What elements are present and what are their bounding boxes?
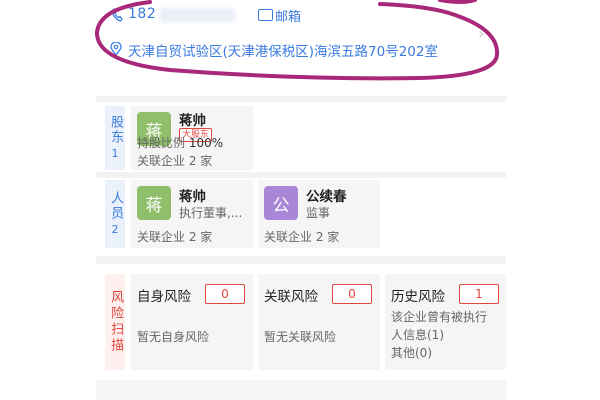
section-divider xyxy=(96,256,506,264)
next-section-strip xyxy=(96,380,506,400)
risk-count-badge: 0 xyxy=(332,284,372,304)
person-role: 执行董事,... xyxy=(179,206,243,220)
chevron-right-icon[interactable]: › xyxy=(478,24,484,43)
phone-number[interactable]: 182 xyxy=(128,6,156,22)
risk-count-badge: 0 xyxy=(205,284,245,304)
shareholder-card[interactable]: 蒋 蒋帅 大股东 持股比例 100% 关联企业 2 家 xyxy=(131,106,253,170)
related-companies[interactable]: 关联企业 2 家 xyxy=(137,228,212,245)
phone-number-redacted xyxy=(160,8,235,22)
risk-description-line: 该企业曾有被执行 xyxy=(391,310,488,324)
shareholder-name[interactable]: 蒋帅 xyxy=(179,109,206,129)
personnel-card[interactable]: 公 公续春 监事 关联企业 2 家 xyxy=(258,180,380,248)
section-divider xyxy=(96,96,506,102)
share-ratio-value: 100% xyxy=(188,136,224,150)
risk-scan-label-text: 风险扫描 xyxy=(108,290,124,354)
avatar-char: 蒋 xyxy=(145,195,163,216)
risk-count-badge: 1 xyxy=(459,284,499,304)
personnel-card[interactable]: 蒋 蒋帅 执行董事,... 关联企业 2 家 xyxy=(131,180,253,248)
risk-title: 历史风险 xyxy=(391,289,445,305)
related-companies[interactable]: 关联企业 2 家 xyxy=(137,152,212,169)
risk-card-related[interactable]: 关联风险 0 暂无关联风险 xyxy=(258,274,380,370)
risk-scan-side-label[interactable]: 风险扫描 xyxy=(105,274,125,370)
risk-title: 关联风险 xyxy=(264,289,318,305)
risk-description: 暂无关联风险 xyxy=(264,330,337,344)
risk-description-line: 其他(0) xyxy=(391,346,432,360)
shareholders-count: 1 xyxy=(111,147,119,161)
email-link[interactable]: 邮箱 xyxy=(275,6,301,25)
location-pin-icon xyxy=(110,41,122,57)
shareholders-label-text: 股东 xyxy=(108,115,124,146)
shareholders-side-label[interactable]: 股东 1 xyxy=(105,106,125,170)
section-divider xyxy=(96,172,506,178)
share-ratio-label: 持股比例 xyxy=(137,136,189,150)
risk-card-history[interactable]: 历史风险 1 该企业曾有被执行 人信息(1) 其他(0) xyxy=(385,274,506,370)
risk-card-self[interactable]: 自身风险 0 暂无自身风险 xyxy=(131,274,253,370)
avatar-char: 公 xyxy=(272,195,290,216)
person-role: 监事 xyxy=(306,206,331,220)
phone-icon[interactable] xyxy=(111,7,123,22)
risk-title: 自身风险 xyxy=(137,289,191,305)
share-ratio: 持股比例 100% xyxy=(137,134,223,151)
person-name[interactable]: 蒋帅 xyxy=(179,185,206,205)
avatar: 公 xyxy=(264,186,298,220)
personnel-count: 2 xyxy=(111,223,119,237)
email-icon[interactable] xyxy=(258,9,273,21)
personnel-side-label[interactable]: 人员 2 xyxy=(105,180,125,248)
related-companies[interactable]: 关联企业 2 家 xyxy=(264,228,339,245)
person-name[interactable]: 公续春 xyxy=(306,185,347,205)
company-address[interactable]: 天津自贸试验区(天津港保税区)海滨五路70号202室 xyxy=(128,40,438,60)
risk-description-line: 人信息(1) xyxy=(391,328,444,342)
avatar: 蒋 xyxy=(137,186,171,220)
personnel-label-text: 人员 xyxy=(108,191,124,222)
risk-description: 暂无自身风险 xyxy=(137,330,210,344)
